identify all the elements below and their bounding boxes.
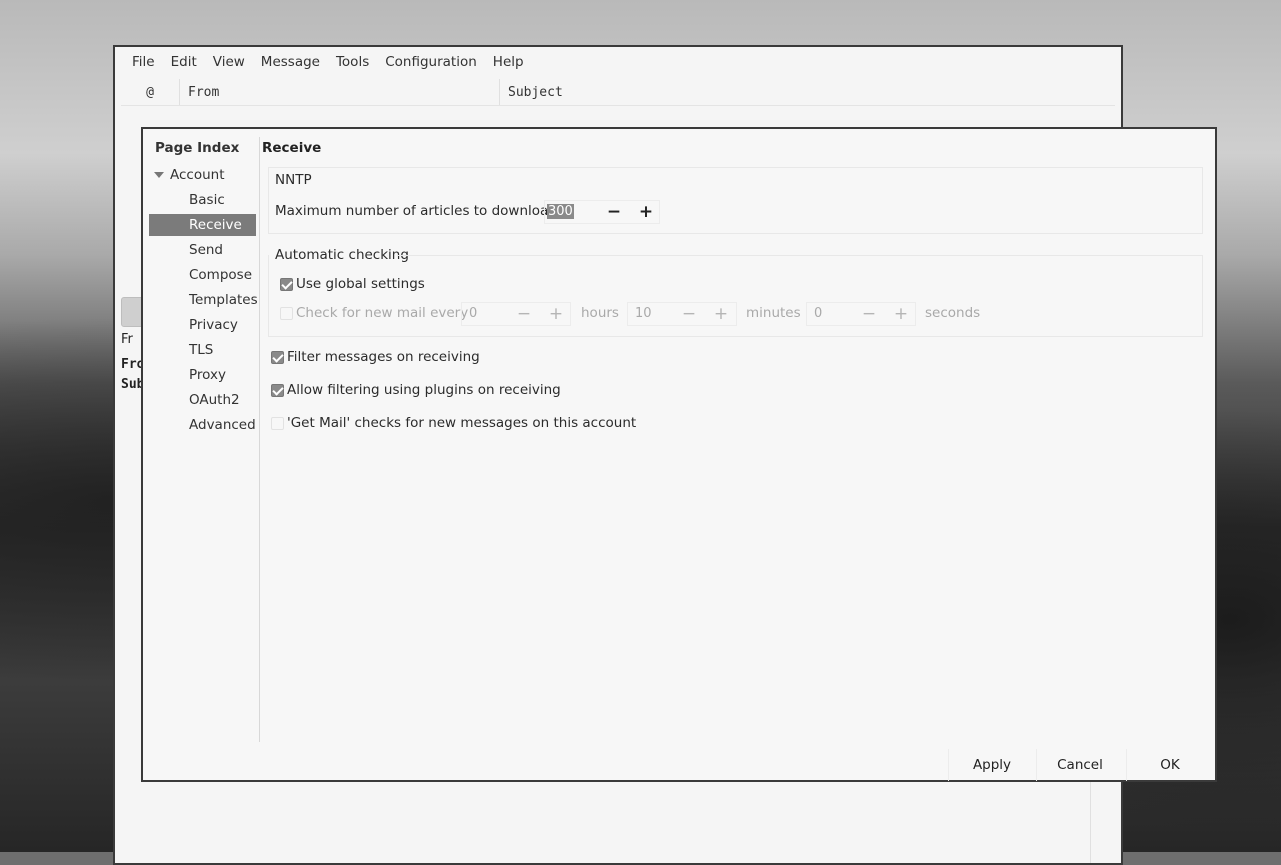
plus-icon: + (893, 304, 909, 324)
hours-input[interactable]: 0 (469, 303, 477, 325)
minutes-input[interactable]: 10 (635, 303, 652, 325)
column-subject[interactable]: Subject (500, 79, 1115, 105)
menu-help[interactable]: Help (485, 54, 532, 70)
page-index-sidebar: Page Index Account Basic Receive Send Co… (149, 137, 260, 742)
check-every-checkbox[interactable] (280, 307, 293, 320)
sidebar-item-send[interactable]: Send (189, 239, 223, 261)
hours-decrement-button[interactable]: − (509, 302, 539, 326)
seconds-unit-label: seconds (925, 305, 981, 321)
plus-icon: + (638, 202, 654, 222)
filter-on-receive-label: Filter messages on receiving (287, 349, 480, 365)
sidebar-item-receive[interactable]: Receive (149, 214, 256, 236)
sidebar-item-advanced[interactable]: Advanced (189, 414, 256, 436)
menu-tools[interactable]: Tools (328, 54, 377, 70)
sidebar-item-account[interactable]: Account (151, 164, 225, 186)
minus-icon: − (606, 202, 622, 222)
max-articles-increment-button[interactable]: + (631, 200, 661, 224)
auto-check-frame-top (397, 255, 1203, 256)
seconds-decrement-button[interactable]: − (854, 302, 884, 326)
account-preferences-dialog: Page Index Account Basic Receive Send Co… (141, 127, 1217, 782)
cancel-button[interactable]: Cancel (1036, 749, 1123, 781)
sidebar-item-basic[interactable]: Basic (189, 189, 225, 211)
minus-icon: − (861, 304, 877, 324)
minutes-decrement-button[interactable]: − (674, 302, 704, 326)
minutes-unit-label: minutes (746, 305, 801, 321)
menu-file[interactable]: File (124, 54, 163, 70)
sidebar-item-tls[interactable]: TLS (189, 339, 213, 361)
check-every-label: Check for new mail every (296, 305, 469, 321)
menu-view[interactable]: View (205, 54, 253, 70)
page-index-title: Page Index (155, 140, 240, 156)
minutes-increment-button[interactable]: + (706, 302, 736, 326)
menu-configuration[interactable]: Configuration (377, 54, 485, 70)
column-attachment[interactable]: @ (121, 79, 180, 105)
menu-bar: File Edit View Message Tools Configurati… (115, 47, 1121, 77)
max-articles-decrement-button[interactable]: − (599, 200, 629, 224)
nntp-frame (268, 167, 1203, 234)
expand-triangle-icon[interactable] (154, 172, 164, 178)
ok-button[interactable]: OK (1126, 749, 1213, 781)
page-title: Receive (262, 140, 322, 156)
get-mail-checks-checkbox[interactable] (271, 417, 284, 430)
sidebar-item-proxy[interactable]: Proxy (189, 364, 226, 386)
get-mail-checks-label: 'Get Mail' checks for new messages on th… (287, 415, 637, 431)
max-articles-label: Maximum number of articles to download (275, 203, 557, 219)
apply-button[interactable]: Apply (948, 749, 1035, 781)
seconds-input[interactable]: 0 (814, 303, 822, 325)
max-articles-input[interactable]: 300 (547, 201, 574, 223)
use-global-settings-checkbox[interactable] (280, 278, 293, 291)
sidebar-item-compose[interactable]: Compose (189, 264, 252, 286)
minus-icon: − (681, 304, 697, 324)
seconds-increment-button[interactable]: + (886, 302, 916, 326)
sidebar-item-oauth2[interactable]: OAuth2 (189, 389, 240, 411)
filter-plugins-checkbox[interactable] (271, 384, 284, 397)
sidebar-item-privacy[interactable]: Privacy (189, 314, 238, 336)
peek-tab: Fr (121, 332, 133, 347)
filter-plugins-label: Allow filtering using plugins on receivi… (287, 382, 561, 398)
sidebar-account-label: Account (170, 167, 225, 183)
hours-unit-label: hours (581, 305, 619, 321)
menu-message[interactable]: Message (253, 54, 328, 70)
use-global-settings-label: Use global settings (296, 276, 425, 292)
plus-icon: + (548, 304, 564, 324)
sidebar-item-templates[interactable]: Templates (189, 289, 258, 311)
message-list-header: @ From Subject (121, 79, 1115, 106)
filter-on-receive-checkbox[interactable] (271, 351, 284, 364)
minus-icon: − (516, 304, 532, 324)
plus-icon: + (713, 304, 729, 324)
nntp-heading: NNTP (275, 172, 312, 188)
hours-increment-button[interactable]: + (541, 302, 571, 326)
column-from[interactable]: From (180, 79, 500, 105)
menu-edit[interactable]: Edit (163, 54, 205, 70)
